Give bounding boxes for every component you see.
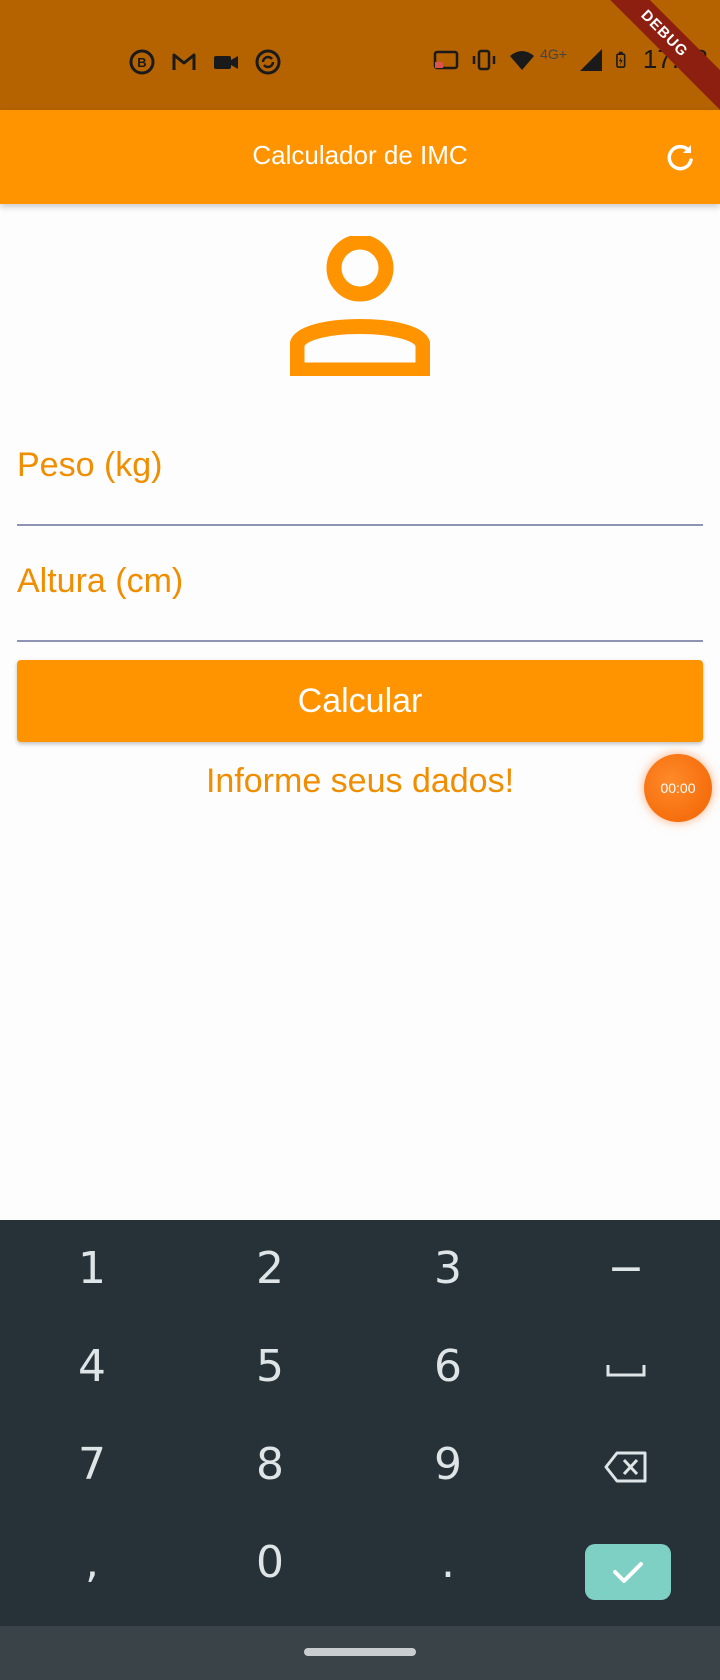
space-icon: [606, 1365, 646, 1377]
height-underline: [17, 640, 703, 642]
screen-recorder-bubble[interactable]: 00:00: [644, 754, 712, 822]
key-backspace[interactable]: [537, 1416, 715, 1514]
info-text: Informe seus dados!: [205, 762, 515, 800]
check-icon: [613, 1562, 643, 1583]
weight-input[interactable]: [17, 446, 707, 518]
app-bar: Calculador de IMC: [0, 110, 720, 204]
key-3[interactable]: 3: [359, 1220, 537, 1318]
vibrate-icon: [472, 49, 496, 70]
height-input[interactable]: [17, 562, 707, 634]
home-gesture-handle[interactable]: [304, 1648, 416, 1656]
key-4[interactable]: 4: [3, 1318, 181, 1416]
cast-icon: [433, 50, 459, 69]
notification-icons: B: [128, 48, 282, 76]
status-bar: B 4G+ DEBUG: [0, 0, 720, 115]
b-badge-icon: B: [129, 49, 155, 75]
key-0[interactable]: 0: [181, 1514, 359, 1612]
numeric-keyboard: 1 2 3 − 4 5 6 7 8 9 , 0 .: [0, 1220, 720, 1626]
signal-icon: [579, 48, 602, 71]
svg-text:B: B: [137, 55, 146, 70]
done-key[interactable]: [585, 1544, 671, 1600]
battery-icon: [616, 51, 626, 68]
key-period[interactable]: .: [359, 1514, 537, 1612]
wifi-icon: [510, 50, 535, 70]
key-8[interactable]: 8: [181, 1416, 359, 1514]
sync-circle-icon: [255, 49, 281, 75]
key-9[interactable]: 9: [359, 1416, 537, 1514]
key-1[interactable]: 1: [3, 1220, 181, 1318]
backspace-icon: [604, 1451, 647, 1483]
calculate-button[interactable]: Calcular: [17, 660, 703, 742]
navigation-bar: [0, 1626, 720, 1680]
weight-underline: [17, 524, 703, 526]
key-comma[interactable]: ,: [3, 1514, 181, 1612]
key-space[interactable]: [537, 1318, 715, 1416]
key-5[interactable]: 5: [181, 1318, 359, 1416]
key-2[interactable]: 2: [181, 1220, 359, 1318]
gmail-icon: [172, 53, 196, 70]
key-7[interactable]: 7: [3, 1416, 181, 1514]
key-minus[interactable]: −: [537, 1220, 715, 1318]
key-6[interactable]: 6: [359, 1318, 537, 1416]
page-title: Calculador de IMC: [252, 140, 468, 170]
refresh-icon[interactable]: [662, 140, 698, 176]
network-type-label: 4G+: [540, 45, 567, 62]
video-camera-icon: [214, 56, 238, 69]
height-field[interactable]: Altura (cm): [17, 562, 707, 642]
weight-field[interactable]: Peso (kg): [17, 446, 707, 526]
person-outline-icon: [290, 236, 430, 376]
